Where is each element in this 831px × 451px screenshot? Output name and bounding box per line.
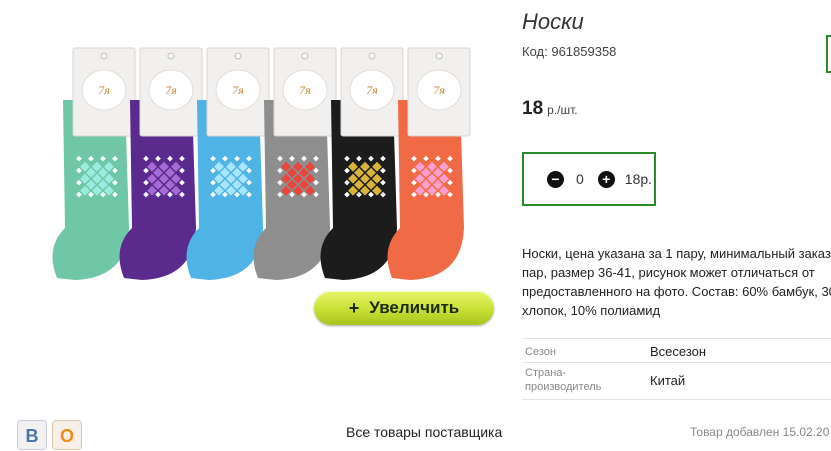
sock-label-logo: 7я [232,83,244,97]
minus-icon[interactable]: − [547,170,564,188]
product-code: Код: 961859358 [522,44,616,59]
sock-label-hole [435,52,443,60]
property-divider [522,338,831,339]
property-label-country-line1: Страна- [525,367,567,379]
property-label-season: Сезон [525,346,556,358]
plus-circle-icon[interactable]: + [597,170,615,188]
property-value-country: Китай [650,373,686,388]
side-panel-edge [826,35,831,73]
sock-label-hole [368,52,376,60]
product-added-date: Товар добавлен 15.02.20 [690,425,830,439]
sock-label-logo: 7я [366,83,378,97]
property-divider [522,362,831,363]
sock-label-logo: 7я [433,83,445,97]
sock-label-hole [301,52,309,60]
product-price: 18 р./шт. [522,98,578,120]
product-image[interactable]: 7я 7я 7я 7я 7я 7я [47,38,493,288]
vk-share-button[interactable]: В [17,420,47,450]
sock-label-hole [100,52,108,60]
property-label-country: Страна- производитель [525,366,601,394]
sock-label-logo: 7я [165,83,177,97]
product-code-label: Код: [522,44,548,59]
ok-share-button[interactable]: О [52,420,82,450]
sock-label-logo: 7я [299,83,311,97]
price-unit: р./шт. [547,103,578,117]
plus-icon: + [348,297,360,318]
quantity-value: 0 [576,171,584,187]
sock-label-hole [234,52,242,60]
sock-label-hole [167,52,175,60]
product-description: Носки, цена указана за 1 пару, минимальн… [522,246,831,318]
sock-label-logo: 7я [98,83,110,97]
property-divider [522,399,831,400]
product-title: Носки [522,9,584,34]
zoom-button-label: Увеличить [369,298,460,317]
quantity-sum: 18р. [624,171,653,187]
quantity-stepper: − 0 + 18р. [522,152,656,206]
price-value: 18 [522,98,544,119]
ok-icon: О [59,426,74,446]
property-value-season: Всесезон [650,344,707,359]
property-label-country-line2: производитель [525,381,602,393]
zoom-button[interactable]: + Увеличить [314,291,494,325]
vk-icon: В [25,426,39,446]
product-code-value: 961859358 [551,44,617,59]
